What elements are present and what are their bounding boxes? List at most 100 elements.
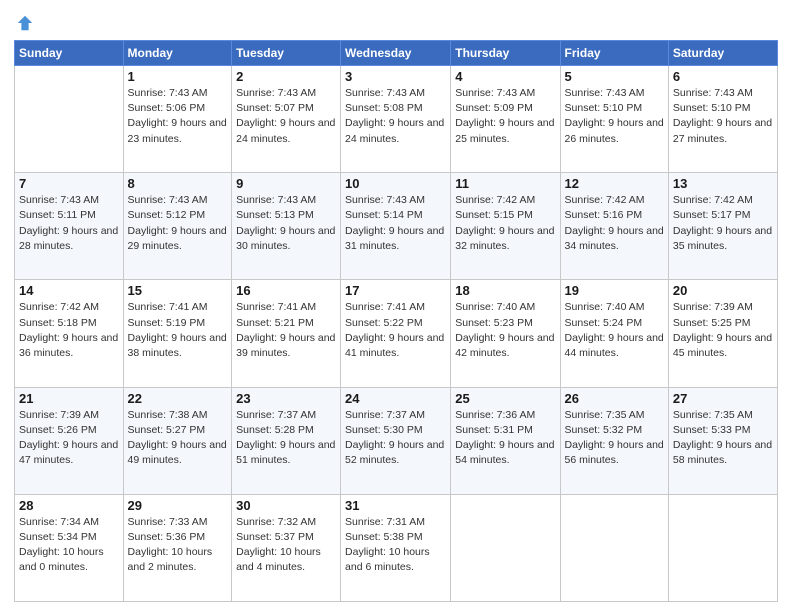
day-number: 23 bbox=[236, 391, 336, 406]
calendar-cell: 10 Sunrise: 7:43 AMSunset: 5:14 PMDayligh… bbox=[341, 173, 451, 280]
calendar-day-header: Tuesday bbox=[232, 41, 341, 66]
calendar-header-row: SundayMondayTuesdayWednesdayThursdayFrid… bbox=[15, 41, 778, 66]
sunrise-text: Sunrise: 7:39 AM bbox=[19, 408, 119, 423]
daylight-text: Daylight: 9 hours and 26 minutes. bbox=[565, 116, 664, 146]
sunrise-text: Sunrise: 7:43 AM bbox=[345, 86, 446, 101]
calendar-cell: 27Sunrise: 7:35 AMSunset: 5:33 PMDayligh… bbox=[668, 387, 777, 494]
daylight-text: Daylight: 10 hours and 6 minutes. bbox=[345, 545, 446, 575]
day-number: 21 bbox=[19, 391, 119, 406]
calendar-cell: 3Sunrise: 7:43 AMSunset: 5:08 PMDaylight… bbox=[341, 66, 451, 173]
sunrise-text: Sunrise: 7:43 AM bbox=[19, 193, 119, 208]
sunset-text: Sunset: 5:24 PM bbox=[565, 316, 664, 331]
sunrise-text: Sunrise: 7:43 AM bbox=[236, 86, 336, 101]
sunset-text: Sunset: 5:37 PM bbox=[236, 530, 336, 545]
sunset-text: Sunset: 5:32 PM bbox=[565, 423, 664, 438]
day-info: Sunrise: 7:41 AMSunset: 5:21 PMDaylight:… bbox=[236, 300, 336, 361]
day-number: 5 bbox=[565, 69, 664, 84]
calendar-cell bbox=[560, 494, 668, 601]
sunset-text: Sunset: 5:10 PM bbox=[565, 101, 664, 116]
day-number: 4 bbox=[455, 69, 555, 84]
sunset-text: Sunset: 5:38 PM bbox=[345, 530, 446, 545]
calendar-cell: 18Sunrise: 7:40 AMSunset: 5:23 PMDayligh… bbox=[451, 280, 560, 387]
sunrise-text: Sunrise: 7:35 AM bbox=[565, 408, 664, 423]
day-number: 11 bbox=[455, 176, 555, 191]
day-info: Sunrise: 7:43 AMSunset: 5:09 PMDaylight:… bbox=[455, 86, 555, 147]
calendar-cell: 1Sunrise: 7:43 AMSunset: 5:06 PMDaylight… bbox=[123, 66, 232, 173]
calendar-cell bbox=[668, 494, 777, 601]
daylight-text: Daylight: 9 hours and 32 minutes. bbox=[455, 224, 555, 254]
day-info: Sunrise: 7:43 AMSunset: 5:14 PMDaylight:… bbox=[345, 193, 446, 254]
page: SundayMondayTuesdayWednesdayThursdayFrid… bbox=[0, 0, 792, 612]
day-number: 24 bbox=[345, 391, 446, 406]
daylight-text: Daylight: 9 hours and 29 minutes. bbox=[128, 224, 228, 254]
day-number: 31 bbox=[345, 498, 446, 513]
sunset-text: Sunset: 5:14 PM bbox=[345, 208, 446, 223]
day-number: 14 bbox=[19, 283, 119, 298]
day-info: Sunrise: 7:40 AMSunset: 5:23 PMDaylight:… bbox=[455, 300, 555, 361]
sunrise-text: Sunrise: 7:38 AM bbox=[128, 408, 228, 423]
calendar-cell: 15 Sunrise: 7:41 AMSunset: 5:19 PMDayligh… bbox=[123, 280, 232, 387]
day-info: Sunrise: 7:43 AMSunset: 5:13 PMDaylight:… bbox=[236, 193, 336, 254]
sunrise-text: Sunrise: 7:42 AM bbox=[673, 193, 773, 208]
sunrise-text: Sunrise: 7:37 AM bbox=[345, 408, 446, 423]
calendar-cell: 8Sunrise: 7:43 AMSunset: 5:12 PMDaylight… bbox=[123, 173, 232, 280]
sunrise-text: Sunrise: 7:42 AM bbox=[19, 300, 119, 315]
day-number: 7 bbox=[19, 176, 119, 191]
day-info: Sunrise: 7:42 AMSunset: 5:17 PMDaylight:… bbox=[673, 193, 773, 254]
calendar-cell: 26Sunrise: 7:35 AMSunset: 5:32 PMDayligh… bbox=[560, 387, 668, 494]
sunset-text: Sunset: 5:15 PM bbox=[455, 208, 555, 223]
calendar-cell: 17Sunrise: 7:41 AMSunset: 5:22 PMDayligh… bbox=[341, 280, 451, 387]
daylight-text: Daylight: 9 hours and 49 minutes. bbox=[128, 438, 228, 468]
sunset-text: Sunset: 5:08 PM bbox=[345, 101, 446, 116]
day-number: 15 bbox=[128, 283, 228, 298]
calendar-cell: 4 Sunrise: 7:43 AMSunset: 5:09 PMDaylight… bbox=[451, 66, 560, 173]
daylight-text: Daylight: 9 hours and 25 minutes. bbox=[455, 116, 555, 146]
day-info: Sunrise: 7:34 AMSunset: 5:34 PMDaylight:… bbox=[19, 515, 119, 576]
daylight-text: Daylight: 9 hours and 24 minutes. bbox=[236, 116, 336, 146]
daylight-text: Daylight: 9 hours and 45 minutes. bbox=[673, 331, 773, 361]
sunset-text: Sunset: 5:22 PM bbox=[345, 316, 446, 331]
day-info: Sunrise: 7:42 AMSunset: 5:16 PMDaylight:… bbox=[565, 193, 664, 254]
daylight-text: Daylight: 9 hours and 30 minutes. bbox=[236, 224, 336, 254]
day-number: 28 bbox=[19, 498, 119, 513]
sunset-text: Sunset: 5:17 PM bbox=[673, 208, 773, 223]
day-number: 10 bbox=[345, 176, 446, 191]
day-info: Sunrise: 7:37 AMSunset: 5:30 PMDaylight:… bbox=[345, 408, 446, 469]
day-number: 25 bbox=[455, 391, 555, 406]
sunrise-text: Sunrise: 7:43 AM bbox=[455, 86, 555, 101]
daylight-text: Daylight: 9 hours and 51 minutes. bbox=[236, 438, 336, 468]
day-info: Sunrise: 7:43 AMSunset: 5:11 PMDaylight:… bbox=[19, 193, 119, 254]
sunset-text: Sunset: 5:13 PM bbox=[236, 208, 336, 223]
daylight-text: Daylight: 9 hours and 39 minutes. bbox=[236, 331, 336, 361]
day-number: 20 bbox=[673, 283, 773, 298]
calendar-cell: 24 Sunrise: 7:37 AMSunset: 5:30 PMDayligh… bbox=[341, 387, 451, 494]
day-number: 6 bbox=[673, 69, 773, 84]
calendar-cell: 16 Sunrise: 7:41 AMSunset: 5:21 PMDayligh… bbox=[232, 280, 341, 387]
daylight-text: Daylight: 9 hours and 38 minutes. bbox=[128, 331, 228, 361]
sunset-text: Sunset: 5:30 PM bbox=[345, 423, 446, 438]
sunrise-text: Sunrise: 7:40 AM bbox=[565, 300, 664, 315]
calendar-cell: 14Sunrise: 7:42 AMSunset: 5:18 PMDayligh… bbox=[15, 280, 124, 387]
calendar-cell: 2 Sunrise: 7:43 AMSunset: 5:07 PMDaylight… bbox=[232, 66, 341, 173]
sunset-text: Sunset: 5:23 PM bbox=[455, 316, 555, 331]
calendar-cell: 13Sunrise: 7:42 AMSunset: 5:17 PMDayligh… bbox=[668, 173, 777, 280]
day-number: 26 bbox=[565, 391, 664, 406]
sunset-text: Sunset: 5:27 PM bbox=[128, 423, 228, 438]
day-number: 27 bbox=[673, 391, 773, 406]
day-info: Sunrise: 7:41 AMSunset: 5:19 PMDaylight:… bbox=[128, 300, 228, 361]
sunrise-text: Sunrise: 7:43 AM bbox=[345, 193, 446, 208]
day-number: 16 bbox=[236, 283, 336, 298]
daylight-text: Daylight: 9 hours and 42 minutes. bbox=[455, 331, 555, 361]
day-number: 2 bbox=[236, 69, 336, 84]
day-number: 12 bbox=[565, 176, 664, 191]
sunrise-text: Sunrise: 7:43 AM bbox=[565, 86, 664, 101]
calendar-cell: 19Sunrise: 7:40 AMSunset: 5:24 PMDayligh… bbox=[560, 280, 668, 387]
sunset-text: Sunset: 5:07 PM bbox=[236, 101, 336, 116]
daylight-text: Daylight: 9 hours and 34 minutes. bbox=[565, 224, 664, 254]
daylight-text: Daylight: 10 hours and 4 minutes. bbox=[236, 545, 336, 575]
header bbox=[14, 10, 778, 32]
sunrise-text: Sunrise: 7:43 AM bbox=[236, 193, 336, 208]
sunset-text: Sunset: 5:11 PM bbox=[19, 208, 119, 223]
daylight-text: Daylight: 9 hours and 24 minutes. bbox=[345, 116, 446, 146]
logo-icon bbox=[16, 14, 34, 32]
